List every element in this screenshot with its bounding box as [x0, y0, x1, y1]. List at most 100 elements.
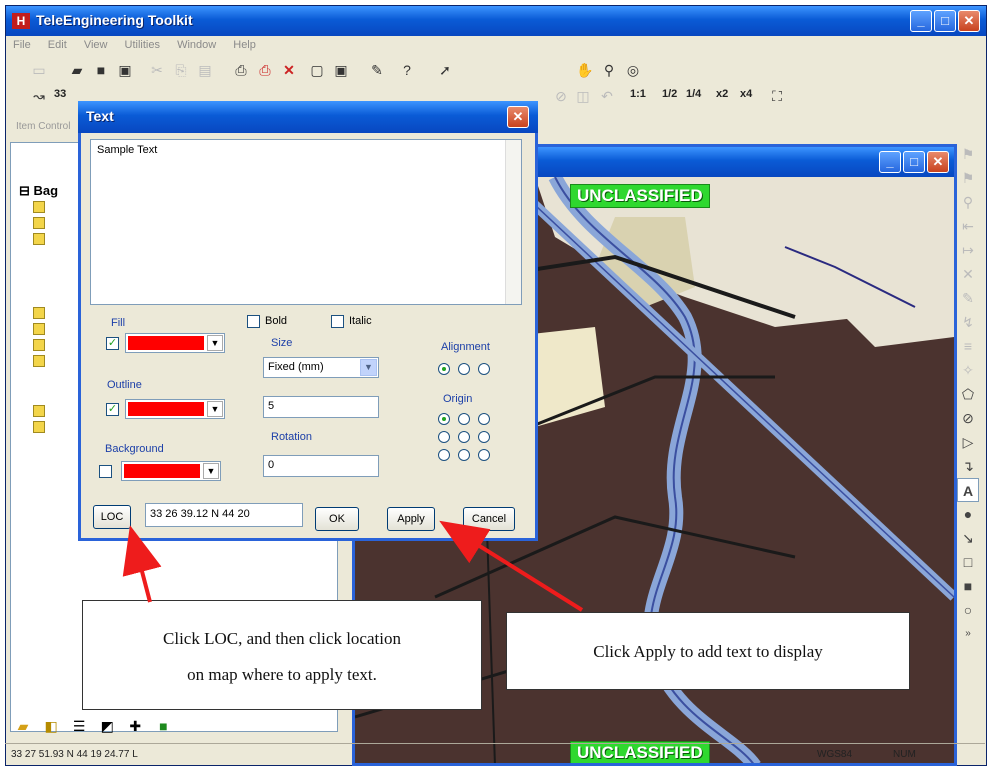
zoom-x4-button[interactable]: x4 — [740, 88, 752, 100]
circle-slash-icon[interactable]: ⊘ — [957, 406, 979, 430]
outline-color-picker[interactable]: ▼ — [125, 399, 225, 419]
origin-radio-mc[interactable] — [458, 431, 470, 443]
polygon-icon[interactable]: ⬠ — [957, 382, 979, 406]
tree-node[interactable] — [33, 339, 45, 351]
italic-checkbox[interactable] — [331, 315, 344, 328]
text-tool-icon[interactable]: A — [957, 478, 979, 502]
tree-root[interactable]: ⊟ Bag — [19, 183, 58, 199]
layer-icon[interactable]: ◧ — [40, 716, 62, 736]
text-scrollbar[interactable] — [505, 140, 521, 304]
polyline-icon[interactable]: ↴ — [957, 454, 979, 478]
size-field[interactable]: 5 — [263, 396, 379, 418]
maximize-button[interactable]: □ — [934, 10, 956, 32]
fill-checkbox[interactable]: ✓ — [106, 337, 119, 350]
arrow-icon[interactable]: ↘ — [957, 526, 979, 550]
ellipse-icon[interactable]: ○ — [957, 598, 979, 622]
outline-checkbox[interactable]: ✓ — [106, 403, 119, 416]
bold-checkbox[interactable] — [247, 315, 260, 328]
align-left-radio[interactable] — [438, 363, 450, 375]
freeform-icon[interactable]: ▷ — [957, 430, 979, 454]
tree-node[interactable] — [33, 421, 45, 433]
window-image-icon[interactable]: ▣ — [330, 59, 352, 81]
origin-radio-bl[interactable] — [438, 449, 450, 461]
map-close-button[interactable]: ✕ — [927, 151, 949, 173]
map-maximize-button[interactable]: □ — [903, 151, 925, 173]
pointer-icon[interactable]: ➚ — [434, 59, 456, 81]
loc-callout-line2: on map where to apply text. — [187, 665, 377, 684]
origin-radio-bc[interactable] — [458, 449, 470, 461]
globe-icon[interactable]: ◎ — [622, 59, 644, 81]
paste-icon[interactable]: ▤ — [194, 59, 216, 81]
tree-node[interactable] — [33, 217, 45, 229]
new-icon[interactable]: ▭ — [28, 59, 50, 81]
cut-icon[interactable]: ✂ — [146, 59, 168, 81]
menu-view[interactable]: View — [77, 36, 115, 54]
origin-radio-ml[interactable] — [438, 431, 450, 443]
help-icon[interactable]: ? — [396, 59, 418, 81]
coord-field[interactable]: 33 — [54, 88, 66, 100]
crosshair-icon[interactable]: ✚ — [124, 716, 146, 736]
delete-icon[interactable]: ✕ — [278, 59, 300, 81]
align-center-radio[interactable] — [458, 363, 470, 375]
green-square-icon[interactable]: ■ — [152, 716, 174, 736]
zoom-quarter-button[interactable]: 1/4 — [686, 88, 701, 100]
menu-edit[interactable]: Edit — [41, 36, 74, 54]
dialog-close-button[interactable]: ✕ — [507, 106, 529, 128]
rectangle-icon[interactable]: □ — [957, 550, 979, 574]
zoom-1-1-button[interactable]: 1:1 — [630, 88, 646, 100]
tree-node[interactable] — [33, 201, 45, 213]
print-red-icon[interactable]: ⎙ — [254, 59, 276, 81]
origin-radio-br[interactable] — [478, 449, 490, 461]
map-minimize-button[interactable]: _ — [879, 151, 901, 173]
folder-icon[interactable]: ▰ — [12, 716, 34, 736]
fill-color-picker[interactable]: ▼ — [125, 333, 225, 353]
pan-hand-icon[interactable]: ✋ — [574, 59, 596, 81]
minimize-button[interactable]: _ — [910, 10, 932, 32]
close-button[interactable]: ✕ — [958, 10, 980, 32]
route-icon[interactable]: ↝ — [28, 85, 50, 107]
layers-icon[interactable]: ◩ — [96, 716, 118, 736]
tree-node[interactable] — [33, 233, 45, 245]
open-icon[interactable]: ▰ — [66, 59, 88, 81]
zoom-x2-button[interactable]: x2 — [716, 88, 728, 100]
tree-node[interactable] — [33, 355, 45, 367]
size-unit-select[interactable]: Fixed (mm) ▼ — [263, 357, 379, 378]
align-right-radio[interactable] — [478, 363, 490, 375]
filled-rectangle-icon[interactable]: ■ — [957, 574, 979, 598]
menu-file[interactable]: File — [6, 36, 38, 54]
tree-node[interactable] — [33, 323, 45, 335]
tool-f-icon: ✕ — [962, 266, 974, 282]
more-tools-icon[interactable]: » — [957, 622, 979, 646]
loc-button[interactable]: LOC — [93, 505, 131, 529]
menu-window[interactable]: Window — [170, 36, 223, 54]
fullscreen-icon[interactable]: ⛶ — [766, 85, 788, 107]
tool-d-icon: ⇤ — [962, 218, 974, 234]
zoom-icon[interactable]: ⚲ — [598, 59, 620, 81]
tree-node[interactable] — [33, 307, 45, 319]
point-icon[interactable]: ● — [957, 502, 979, 526]
ok-button[interactable]: OK — [315, 507, 359, 531]
apply-button[interactable]: Apply — [387, 507, 435, 531]
menu-utilities[interactable]: Utilities — [118, 36, 167, 54]
rotation-field[interactable]: 0 — [263, 455, 379, 477]
print-icon[interactable]: ⎙ — [230, 59, 252, 81]
tree-node[interactable] — [33, 405, 45, 417]
menu-help[interactable]: Help — [226, 36, 263, 54]
save-icon[interactable]: ■ — [90, 59, 112, 81]
origin-radio-tc[interactable] — [458, 413, 470, 425]
save-all-icon[interactable]: ▣ — [114, 59, 136, 81]
zoom-half-button[interactable]: 1/2 — [662, 88, 677, 100]
list-icon[interactable]: ☰ — [68, 716, 90, 736]
outline-label: Outline — [107, 379, 142, 391]
background-color-picker[interactable]: ▼ — [121, 461, 221, 481]
location-field[interactable]: 33 26 39.12 N 44 20 — [145, 503, 303, 527]
background-checkbox[interactable] — [99, 465, 112, 478]
window-icon[interactable]: ▢ — [306, 59, 328, 81]
pencil-icon[interactable]: ✎ — [366, 59, 388, 81]
text-input[interactable]: Sample Text — [90, 139, 522, 305]
cancel-button[interactable]: Cancel — [463, 507, 515, 531]
origin-radio-tl[interactable] — [438, 413, 450, 425]
origin-radio-tr[interactable] — [478, 413, 490, 425]
copy-icon[interactable]: ⎘ — [170, 59, 192, 81]
origin-radio-mr[interactable] — [478, 431, 490, 443]
